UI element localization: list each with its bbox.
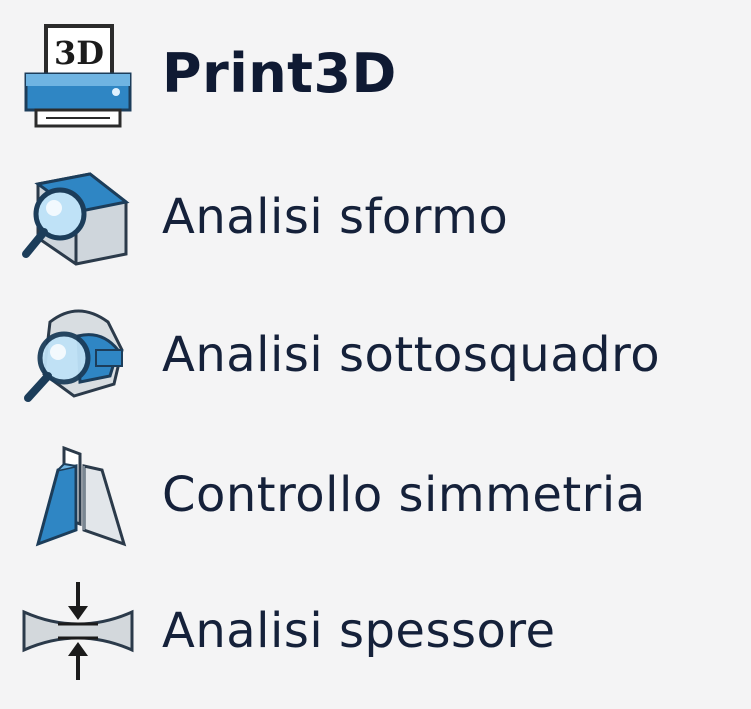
menu-item-analisi-sottosquadro[interactable]: Analisi sottosquadro: [0, 290, 751, 420]
menu-item-label: Analisi spessore: [162, 603, 556, 659]
menu-item-label: Print3D: [162, 41, 397, 105]
printer-3d-icon: 3D: [18, 18, 138, 128]
menu-item-print3d[interactable]: 3D Print3D: [0, 8, 751, 138]
thickness-analysis-icon: [18, 576, 138, 686]
menu-item-analisi-sformo[interactable]: Analisi sformo: [0, 152, 751, 282]
printer-badge-text: 3D: [54, 34, 104, 72]
menu-item-analisi-spessore[interactable]: Analisi spessore: [0, 566, 751, 696]
draft-analysis-icon: [18, 162, 138, 272]
menu-item-label: Controllo simmetria: [162, 467, 646, 523]
menu-item-label: Analisi sformo: [162, 189, 509, 245]
menu-item-controllo-simmetria[interactable]: Controllo simmetria: [0, 430, 751, 560]
context-menu: 3D Print3D Analisi sformo Analisi sottos…: [0, 0, 751, 709]
menu-item-label: Analisi sottosquadro: [162, 327, 661, 383]
symmetry-check-icon: [18, 440, 138, 550]
undercut-analysis-icon: [18, 300, 138, 410]
